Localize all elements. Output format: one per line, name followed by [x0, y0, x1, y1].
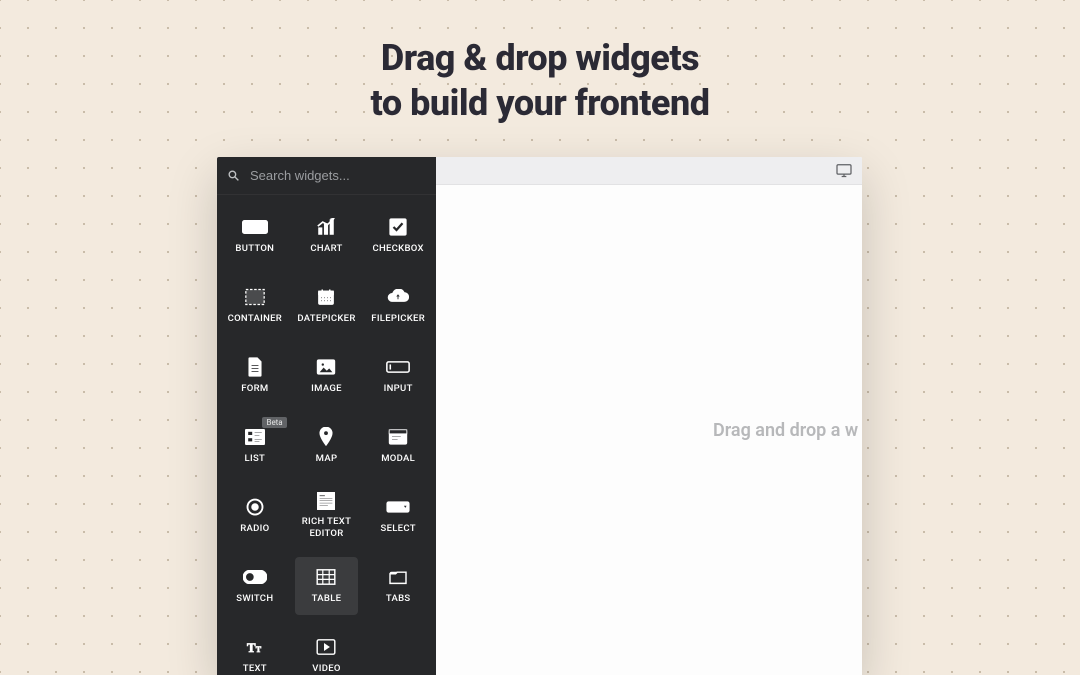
- hero-line-1: Drag & drop widgets: [0, 36, 1080, 81]
- widget-item-checkbox[interactable]: CHECKBOX: [366, 207, 430, 265]
- widget-item-container[interactable]: CONTAINER: [223, 277, 287, 335]
- checkbox-icon: [389, 217, 407, 237]
- widget-search-bar: [217, 157, 436, 195]
- canvas-hint-text: Drag and drop a w: [713, 420, 858, 441]
- chart-icon: [316, 217, 336, 237]
- widget-item-table[interactable]: TABLE: [295, 557, 359, 615]
- widget-label: RICH TEXT EDITOR: [297, 516, 357, 540]
- widget-item-select[interactable]: SELECT: [366, 487, 430, 545]
- svg-text:T: T: [256, 645, 262, 654]
- radio-icon: [246, 497, 264, 517]
- widget-item-input[interactable]: INPUT: [366, 347, 430, 405]
- search-icon: [227, 169, 240, 182]
- widget-label: CONTAINER: [228, 313, 282, 325]
- form-icon: [247, 357, 263, 377]
- map-pin-icon: [318, 427, 334, 447]
- widget-label: IMAGE: [311, 383, 342, 395]
- widget-item-list[interactable]: Beta LIST: [223, 417, 287, 475]
- widget-label: INPUT: [384, 383, 413, 395]
- widget-label: TABS: [386, 593, 411, 605]
- calendar-icon: [317, 287, 335, 307]
- app-window: SUBMIT BUTTON CHART CHECKBOX: [217, 157, 862, 675]
- widget-label: DATEPICKER: [297, 313, 355, 325]
- select-icon: [386, 497, 410, 517]
- widget-item-map[interactable]: MAP: [295, 417, 359, 475]
- container-icon: [245, 287, 265, 307]
- widget-sidebar: SUBMIT BUTTON CHART CHECKBOX: [217, 157, 436, 675]
- canvas-toolbar: [436, 157, 862, 185]
- widget-item-radio[interactable]: RADIO: [223, 487, 287, 545]
- cloud-upload-icon: [387, 287, 409, 307]
- video-play-icon: [316, 637, 336, 657]
- widget-label: VIDEO: [312, 663, 340, 675]
- widget-label: FILEPICKER: [371, 313, 425, 325]
- widget-item-video[interactable]: VIDEO: [295, 627, 359, 675]
- widget-search-input[interactable]: [250, 168, 426, 183]
- widget-label: TEXT: [243, 663, 267, 675]
- widget-label: BUTTON: [235, 243, 274, 255]
- widget-label: RADIO: [240, 523, 269, 535]
- desktop-device-icon[interactable]: [836, 164, 852, 178]
- widget-item-filepicker[interactable]: FILEPICKER: [366, 277, 430, 335]
- widget-label: SELECT: [381, 523, 416, 535]
- widget-item-tabs[interactable]: TABS: [366, 557, 430, 615]
- widget-item-datepicker[interactable]: DATEPICKER: [295, 277, 359, 335]
- widget-label: FORM: [241, 383, 268, 395]
- tabs-folder-icon: [388, 567, 408, 587]
- widget-label: CHECKBOX: [372, 243, 423, 255]
- widget-grid: SUBMIT BUTTON CHART CHECKBOX: [217, 195, 436, 675]
- widget-item-richtext[interactable]: RICH TEXT EDITOR: [295, 487, 359, 545]
- widget-item-chart[interactable]: CHART: [295, 207, 359, 265]
- widget-label: MAP: [316, 453, 338, 465]
- widget-item-modal[interactable]: MODAL: [366, 417, 430, 475]
- rich-text-icon: [317, 492, 335, 510]
- beta-badge: Beta: [262, 417, 286, 428]
- widget-label: TABLE: [312, 593, 342, 605]
- hero-title: Drag & drop widgets to build your fronte…: [0, 36, 1080, 126]
- widget-label: LIST: [245, 453, 266, 465]
- canvas-area: Drag and drop a w: [436, 157, 862, 675]
- button-icon: SUBMIT: [242, 217, 268, 237]
- list-icon: [245, 427, 265, 447]
- switch-icon: [243, 567, 267, 587]
- widget-label: MODAL: [381, 453, 415, 465]
- modal-icon: [388, 427, 408, 447]
- canvas[interactable]: Drag and drop a w: [436, 185, 862, 675]
- input-icon: [386, 357, 410, 377]
- widget-item-image[interactable]: IMAGE: [295, 347, 359, 405]
- widget-item-text[interactable]: TT TEXT: [223, 627, 287, 675]
- widget-item-button[interactable]: SUBMIT BUTTON: [223, 207, 287, 265]
- image-icon: [316, 357, 336, 377]
- table-icon: [316, 567, 336, 587]
- widget-item-form[interactable]: FORM: [223, 347, 287, 405]
- widget-item-switch[interactable]: SWITCH: [223, 557, 287, 615]
- widget-label: CHART: [310, 243, 342, 255]
- text-icon: TT: [245, 637, 265, 657]
- svg-text:T: T: [247, 641, 256, 655]
- svg-text:SUBMIT: SUBMIT: [246, 225, 263, 230]
- hero-line-2: to build your frontend: [0, 81, 1080, 126]
- widget-label: SWITCH: [236, 593, 273, 605]
